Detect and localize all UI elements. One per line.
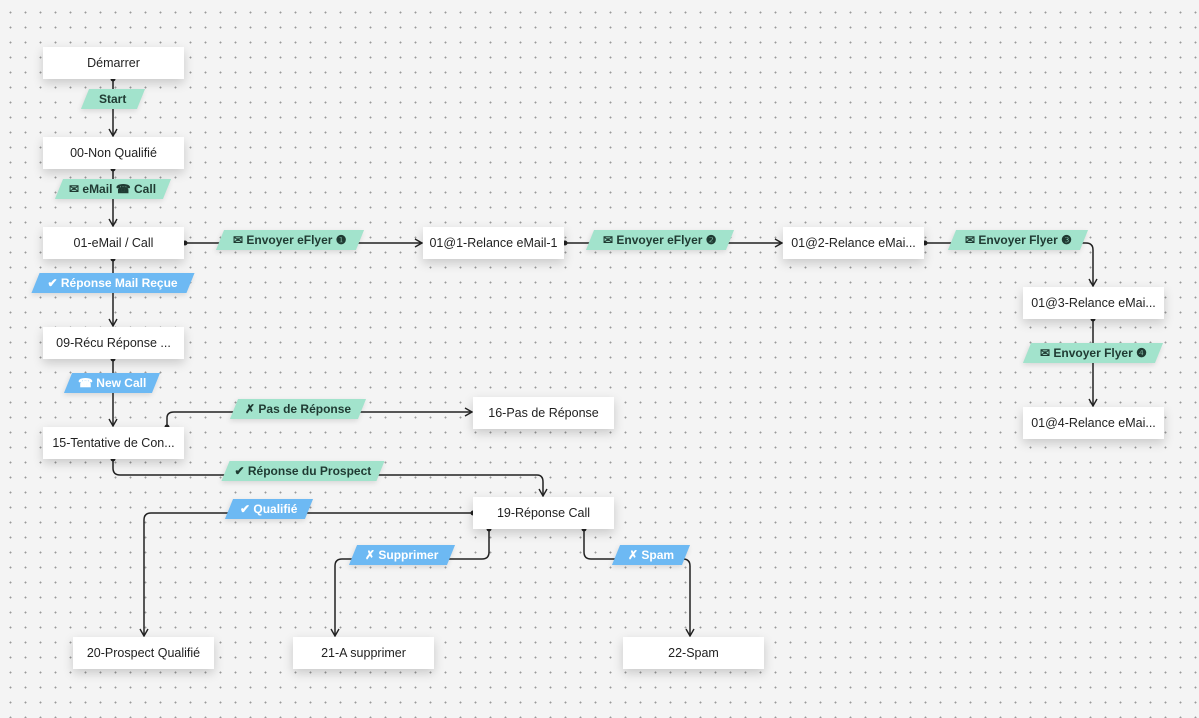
transition-label: ✉ eMail ☎ Call [69,182,157,196]
transition-eflyer2[interactable]: ✉ Envoyer eFlyer ❷ [585,230,735,250]
transition-pas-reponse[interactable]: ✗ Pas de Réponse [229,399,367,419]
state-non-qualifie[interactable]: 00-Non Qualifié [43,137,184,169]
transition-label: ☎ New Call [77,376,147,390]
state-label: 15-Tentative de Con... [52,436,175,450]
transition-label: ✉ Envoyer eFlyer ❷ [603,233,717,247]
state-reponse-call[interactable]: 19-Réponse Call [473,497,614,529]
transition-flyer3[interactable]: ✉ Envoyer Flyer ❸ [947,230,1089,250]
state-prospect-qualifie[interactable]: 20-Prospect Qualifié [73,637,214,669]
state-relance4[interactable]: 01@4-Relance eMai... [1023,407,1164,439]
state-label: 00-Non Qualifié [70,146,157,160]
transition-label: ✔ Réponse Mail Reçue [47,276,179,290]
state-spam[interactable]: 22-Spam [623,637,764,669]
transition-new-call[interactable]: ☎ New Call [63,373,161,393]
state-relance2[interactable]: 01@2-Relance eMai... [783,227,924,259]
edges-layer [108,76,1098,638]
transition-label: Start [99,92,127,106]
transition-label: ✗ Pas de Réponse [244,402,352,416]
transition-start[interactable]: Start [80,89,146,109]
state-a-supprimer[interactable]: 21-A supprimer [293,637,434,669]
transition-label: ✉ Envoyer Flyer ❹ [1039,346,1147,360]
state-label: 01@2-Relance eMai... [791,236,916,250]
transition-qualifie[interactable]: ✔ Qualifié [224,499,314,519]
state-label: 21-A supprimer [321,646,406,660]
transition-reponse-prospect[interactable]: ✔ Réponse du Prospect [221,461,385,481]
transition-flyer4[interactable]: ✉ Envoyer Flyer ❹ [1022,343,1164,363]
transition-label: ✗ Spam [627,548,675,562]
state-pas-reponse[interactable]: 16-Pas de Réponse [473,397,614,429]
transition-label: ✉ Envoyer eFlyer ❶ [233,233,347,247]
state-recu-reponse[interactable]: 09-Récu Réponse ... [43,327,184,359]
transition-label: ✉ Envoyer Flyer ❸ [964,233,1072,247]
state-label: 19-Réponse Call [496,506,591,520]
state-label: 09-Récu Réponse ... [56,336,171,350]
state-tentative[interactable]: 15-Tentative de Con... [43,427,184,459]
state-label: 01-eMail / Call [73,236,154,250]
state-label: 16-Pas de Réponse [488,406,599,420]
transition-spam[interactable]: ✗ Spam [611,545,691,565]
transition-email-call[interactable]: ✉ eMail ☎ Call [54,179,172,199]
state-relance3[interactable]: 01@3-Relance eMai... [1023,287,1164,319]
transition-label: ✗ Supprimer [365,548,439,562]
transition-label: ✔ Qualifié [240,502,298,516]
state-label: 01@4-Relance eMai... [1031,416,1156,430]
state-label: 20-Prospect Qualifié [86,646,201,660]
edge-qualifie [139,512,472,638]
transition-supprimer[interactable]: ✗ Supprimer [348,545,456,565]
transition-reponse-mail[interactable]: ✔ Réponse Mail Reçue [31,273,195,293]
state-email-call[interactable]: 01-eMail / Call [43,227,184,259]
transition-eflyer1[interactable]: ✉ Envoyer eFlyer ❶ [215,230,365,250]
state-relance1[interactable]: 01@1-Relance eMail-1 [423,227,564,259]
state-label: Démarrer [87,56,140,70]
state-demarrer[interactable]: Démarrer [43,47,184,79]
state-label: 01@3-Relance eMai... [1031,296,1156,310]
state-label: 22-Spam [668,646,719,660]
state-label: 01@1-Relance eMail-1 [429,236,558,250]
transition-label: ✔ Réponse du Prospect [234,464,372,478]
